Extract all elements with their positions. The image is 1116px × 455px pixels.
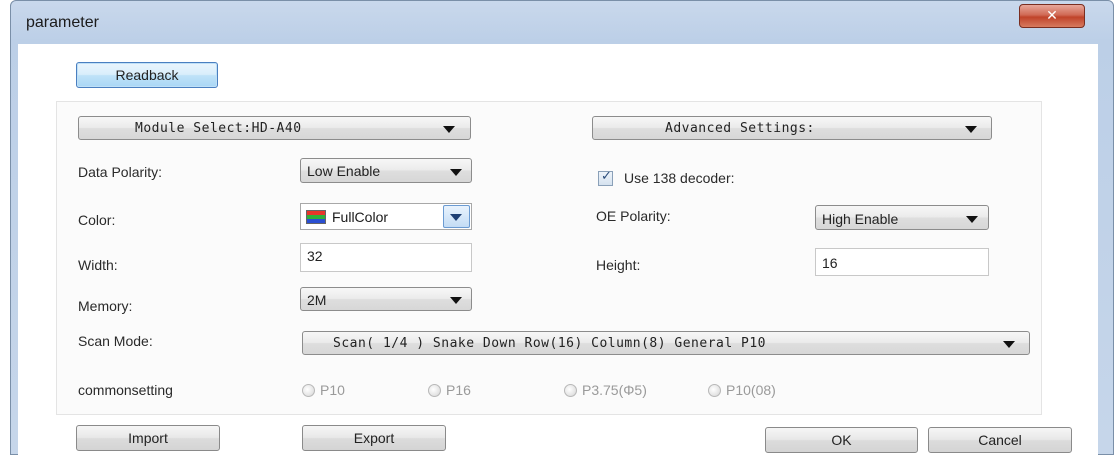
- ok-label: OK: [831, 432, 852, 448]
- close-icon: ✕: [1046, 8, 1058, 24]
- data-polarity-value: Low Enable: [307, 163, 381, 179]
- readback-label: Readback: [115, 67, 179, 83]
- radio-p10-08[interactable]: [708, 384, 721, 397]
- window-title: parameter: [26, 14, 99, 31]
- chevron-down-icon: [966, 216, 978, 223]
- radio-p3-75-label: P3.75(Φ5): [582, 382, 647, 398]
- data-polarity-label: Data Polarity:: [78, 164, 163, 180]
- ok-button[interactable]: OK: [765, 427, 918, 453]
- use-138-decoder-label: Use 138 decoder:: [624, 170, 735, 186]
- radio-p10-08-label: P10(08): [726, 382, 776, 398]
- module-select-dropdown[interactable]: Module Select:HD-A40: [78, 116, 471, 140]
- oe-polarity-label: OE Polarity:: [596, 208, 671, 224]
- readback-button[interactable]: Readback: [76, 62, 218, 88]
- close-button[interactable]: ✕: [1019, 4, 1085, 28]
- radio-p10[interactable]: [302, 384, 315, 397]
- width-input[interactable]: 32: [300, 243, 472, 272]
- advanced-settings-value: Advanced Settings:: [665, 121, 815, 136]
- radio-p3-75[interactable]: [564, 384, 577, 397]
- import-button[interactable]: Import: [76, 425, 220, 451]
- chevron-down-icon: [443, 126, 455, 133]
- advanced-settings-dropdown[interactable]: Advanced Settings:: [592, 116, 992, 140]
- chevron-down-icon: [965, 126, 977, 133]
- scan-mode-label: Scan Mode:: [78, 333, 153, 349]
- width-label: Width:: [78, 257, 118, 273]
- commonsetting-label: commonsetting: [78, 382, 173, 398]
- color-dropdown[interactable]: FullColor: [300, 203, 472, 230]
- memory-label: Memory:: [78, 298, 133, 314]
- checkmark-icon: ✓: [601, 169, 612, 184]
- color-value: FullColor: [332, 209, 389, 225]
- chevron-down-icon: [450, 169, 462, 176]
- chevron-down-icon: [1003, 341, 1015, 348]
- radio-p16[interactable]: [428, 384, 441, 397]
- chevron-down-icon: [450, 297, 462, 304]
- scan-mode-value: Scan( 1/4 ) Snake Down Row(16) Column(8)…: [333, 336, 766, 351]
- data-polarity-dropdown[interactable]: Low Enable: [300, 158, 472, 183]
- cancel-label: Cancel: [978, 432, 1022, 448]
- memory-dropdown[interactable]: 2M: [300, 287, 472, 311]
- import-label: Import: [128, 430, 168, 446]
- color-dropdown-button[interactable]: [443, 205, 470, 228]
- memory-value: 2M: [307, 292, 327, 308]
- radio-p16-label: P16: [446, 382, 471, 398]
- color-label: Color:: [78, 212, 116, 228]
- scan-mode-dropdown[interactable]: Scan( 1/4 ) Snake Down Row(16) Column(8)…: [302, 331, 1030, 355]
- export-button[interactable]: Export: [302, 425, 446, 451]
- module-select-value: Module Select:HD-A40: [135, 121, 302, 136]
- height-label: Height:: [596, 257, 641, 273]
- chevron-down-icon: [450, 214, 462, 221]
- oe-polarity-dropdown[interactable]: High Enable: [815, 205, 989, 230]
- export-label: Export: [353, 430, 395, 446]
- cancel-button[interactable]: Cancel: [928, 427, 1072, 453]
- use-138-decoder-checkbox[interactable]: ✓: [598, 169, 613, 186]
- color-palette-icon: [306, 210, 326, 224]
- oe-polarity-value: High Enable: [822, 211, 899, 227]
- radio-p10-label: P10: [320, 382, 345, 398]
- height-input[interactable]: 16: [815, 248, 989, 276]
